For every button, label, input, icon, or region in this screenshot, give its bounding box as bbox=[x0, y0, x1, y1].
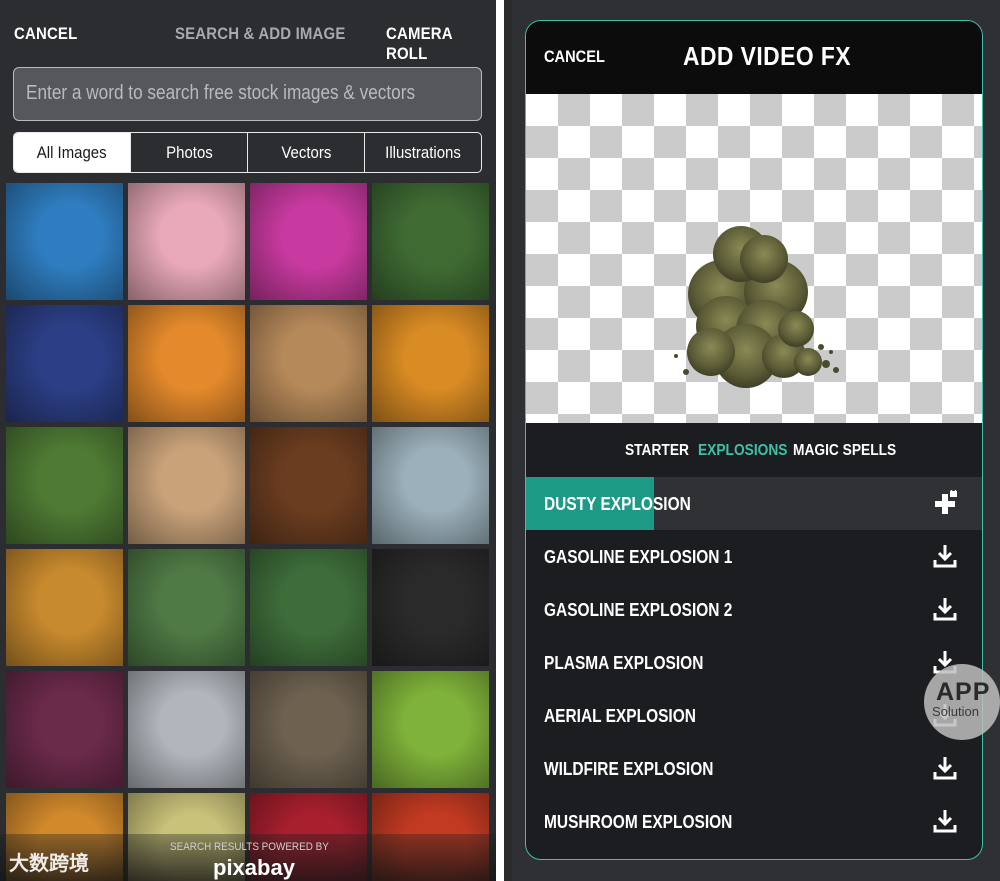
tab-starter[interactable]: STARTER bbox=[625, 442, 689, 460]
tab-magic-spells[interactable]: MAGIC SPELLS bbox=[793, 442, 896, 460]
image-thumb-sheep-toys[interactable] bbox=[6, 427, 123, 544]
effect-row-plasma-explosion[interactable]: PLASMA EXPLOSION bbox=[526, 636, 982, 689]
effect-row-aerial-explosion[interactable]: AERIAL EXPLOSION bbox=[526, 689, 982, 742]
image-thumb-sun-flare[interactable] bbox=[372, 305, 489, 422]
image-thumb-teddy-bear[interactable] bbox=[250, 427, 367, 544]
image-thumb-old-bicycle[interactable] bbox=[250, 671, 367, 788]
add-locked-icon[interactable] bbox=[932, 490, 958, 516]
image-thumb-fox-reflection[interactable] bbox=[128, 549, 245, 666]
effect-row-gasoline-explosion-1[interactable]: GASOLINE EXPLOSION 1 bbox=[526, 530, 982, 583]
image-type-segmented-control: All Images Photos Vectors Illustrations bbox=[13, 132, 482, 173]
image-thumb-flag-and-beer[interactable] bbox=[128, 427, 245, 544]
segment-vectors[interactable]: Vectors bbox=[247, 133, 364, 172]
image-results-grid bbox=[6, 183, 492, 881]
image-thumb-spider-web[interactable] bbox=[250, 549, 367, 666]
segment-all-images[interactable]: All Images bbox=[14, 133, 130, 172]
segment-label: Illustrations bbox=[385, 142, 461, 162]
screen-title: ADD VIDEO FX bbox=[683, 41, 852, 71]
image-search-screen: CANCEL SEARCH & ADD IMAGE CAMERA ROLL En… bbox=[0, 0, 496, 881]
image-thumb-pink-rose[interactable] bbox=[128, 183, 245, 300]
effect-row-dusty-explosion[interactable]: DUSTY EXPLOSION bbox=[526, 477, 982, 530]
effect-name: GASOLINE EXPLOSION 1 bbox=[544, 547, 733, 567]
screen-title: SEARCH & ADD IMAGE bbox=[175, 24, 346, 43]
category-tabs: STARTER EXPLOSIONS MAGIC SPELLS bbox=[526, 423, 982, 477]
download-icon[interactable] bbox=[932, 755, 958, 781]
watermark: 大数跨境 bbox=[9, 853, 89, 875]
image-thumb-bread-loaf[interactable] bbox=[250, 305, 367, 422]
results-footer: 大数跨境 SEARCH RESULTS POWERED BY pixabay bbox=[0, 834, 496, 881]
segment-label: Photos bbox=[165, 142, 213, 162]
divider bbox=[504, 0, 512, 881]
image-thumb-golden-grass[interactable] bbox=[6, 549, 123, 666]
app-solution-watermark: APP Solution bbox=[924, 664, 1000, 740]
cancel-button[interactable]: CANCEL bbox=[544, 47, 605, 67]
cancel-button[interactable]: CANCEL bbox=[14, 24, 77, 44]
fx-preview[interactable] bbox=[526, 94, 982, 423]
video-fx-screen: CANCEL ADD VIDEO FX STARTER EXPLOSIONS M… bbox=[504, 0, 1000, 881]
effect-row-mushroom-explosion[interactable]: MUSHROOM EXPLOSION bbox=[526, 795, 982, 848]
download-icon[interactable] bbox=[932, 808, 958, 834]
top-bar: CANCEL SEARCH & ADD IMAGE CAMERA ROLL bbox=[0, 0, 496, 66]
image-thumb-blue-door-latch[interactable] bbox=[6, 183, 123, 300]
segment-photos[interactable]: Photos bbox=[130, 133, 247, 172]
segment-illustrations[interactable]: Illustrations bbox=[364, 133, 481, 172]
effect-name: GASOLINE EXPLOSION 2 bbox=[544, 600, 733, 620]
effect-name: AERIAL EXPLOSION bbox=[544, 706, 696, 726]
effect-row-wildfire-explosion[interactable]: WILDFIRE EXPLOSION bbox=[526, 742, 982, 795]
effect-name: PLASMA EXPLOSION bbox=[544, 653, 704, 673]
camera-roll-button[interactable]: CAMERA ROLL bbox=[386, 24, 483, 64]
effect-name: WILDFIRE EXPLOSION bbox=[544, 759, 714, 779]
download-icon[interactable] bbox=[932, 596, 958, 622]
pixabay-logo[interactable]: pixabay bbox=[213, 855, 295, 881]
image-thumb-man-portrait[interactable] bbox=[372, 549, 489, 666]
tab-explosions[interactable]: EXPLOSIONS bbox=[698, 442, 787, 460]
effect-name: DUSTY EXPLOSION bbox=[544, 494, 691, 514]
header-bar: CANCEL ADD VIDEO FX bbox=[526, 21, 982, 94]
effect-name: MUSHROOM EXPLOSION bbox=[544, 812, 733, 832]
download-icon[interactable] bbox=[932, 543, 958, 569]
image-thumb-sunset-sky[interactable] bbox=[128, 305, 245, 422]
image-thumb-scarlet-ibis[interactable] bbox=[372, 183, 489, 300]
image-thumb-goose[interactable] bbox=[128, 671, 245, 788]
image-thumb-green-snake[interactable] bbox=[372, 671, 489, 788]
image-thumb-magenta-dahlia[interactable] bbox=[250, 183, 367, 300]
watermark-line2: Solution bbox=[932, 704, 979, 719]
search-input[interactable]: Enter a word to search free stock images… bbox=[13, 67, 482, 121]
effect-row-gasoline-explosion-2[interactable]: GASOLINE EXPLOSION 2 bbox=[526, 583, 982, 636]
watermark-line1: APP bbox=[936, 678, 991, 706]
powered-by-text: SEARCH RESULTS POWERED BY bbox=[170, 841, 329, 853]
image-thumb-jefferson-memorial[interactable] bbox=[6, 305, 123, 422]
search-placeholder: Enter a word to search free stock images… bbox=[26, 82, 416, 104]
video-fx-panel: CANCEL ADD VIDEO FX STARTER EXPLOSIONS M… bbox=[525, 20, 983, 860]
image-thumb-purple-sunset[interactable] bbox=[6, 671, 123, 788]
image-thumb-red-ornaments[interactable] bbox=[372, 427, 489, 544]
segment-label: All Images bbox=[37, 142, 107, 162]
smoke-explosion-preview bbox=[674, 226, 839, 388]
segment-label: Vectors bbox=[281, 142, 331, 162]
